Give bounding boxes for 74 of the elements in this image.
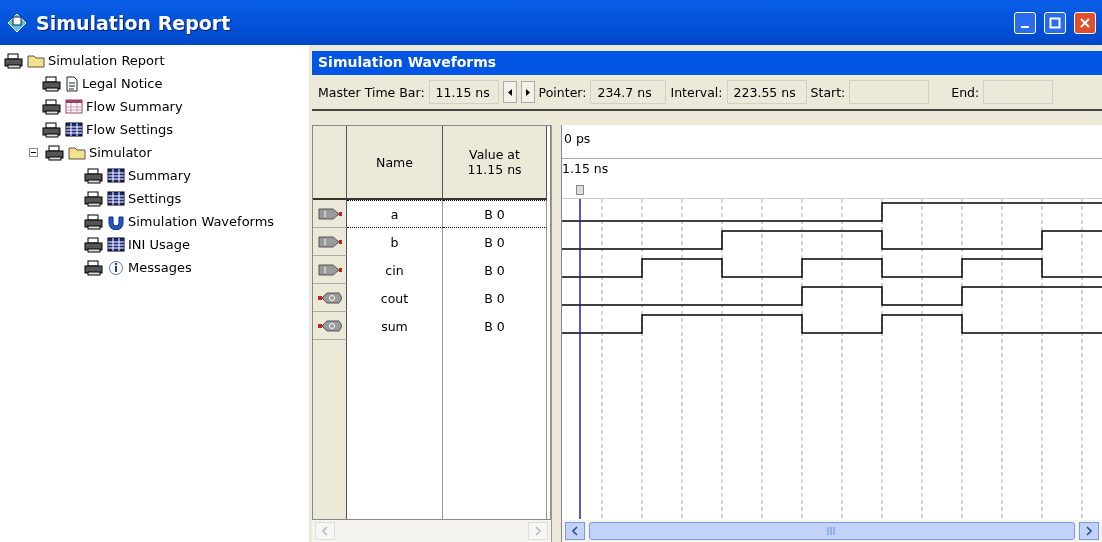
minimize-button[interactable] — [1014, 11, 1036, 34]
tree-item[interactable]: INI Usage — [128, 237, 191, 252]
pointer-field[interactable]: 234.7 ns — [590, 80, 667, 104]
waveform-scrollbar[interactable] — [562, 520, 1102, 542]
tree-item[interactable]: Settings — [128, 191, 182, 206]
tree-item[interactable]: Legal Notice — [82, 76, 163, 91]
window-title: Simulation Report — [36, 11, 231, 34]
output-pin-icon — [317, 318, 342, 333]
start-time: 0 ps — [564, 131, 591, 146]
table-icon — [107, 237, 125, 252]
printer-icon — [42, 98, 62, 115]
table-icon — [107, 191, 125, 206]
tree-item[interactable]: Summary — [128, 168, 191, 183]
printer-icon — [45, 144, 65, 161]
input-pin-icon — [317, 234, 342, 249]
printer-icon — [42, 75, 62, 92]
start-label: Start: — [810, 84, 846, 100]
tree-item[interactable]: Messages — [128, 260, 192, 275]
folder-icon — [68, 145, 86, 160]
column-header[interactable]: Name — [347, 126, 443, 200]
table-icon — [107, 168, 125, 183]
grip-icon — [827, 527, 837, 535]
next-button[interactable] — [520, 81, 535, 103]
maximize-button[interactable] — [1044, 11, 1066, 34]
printer-icon — [84, 167, 104, 184]
chevron-left-icon — [322, 526, 328, 536]
collapse-icon[interactable] — [29, 148, 38, 157]
tree-item[interactable]: Flow Summary — [86, 99, 183, 114]
info-icon — [107, 259, 125, 276]
signal-value: B 0 — [443, 200, 547, 228]
scroll-thumb[interactable] — [589, 522, 1075, 540]
tree-item[interactable]: Simulation Waveforms — [128, 214, 275, 229]
master-time-label: Master Time Bar: — [318, 84, 425, 100]
end-label: End: — [951, 84, 980, 100]
cursor-time: 1.15 ns — [562, 161, 609, 176]
printer-icon — [84, 190, 104, 207]
output-pin-icon — [317, 290, 342, 305]
printer-icon — [42, 121, 62, 138]
tree-item[interactable]: Simulation Report — [48, 53, 165, 68]
master-time-field[interactable]: 11.15 ns — [428, 80, 499, 104]
printer-icon — [4, 52, 24, 69]
scroll-right-button[interactable] — [1079, 522, 1099, 540]
tree-item[interactable]: Flow Settings — [86, 122, 174, 137]
close-icon — [1079, 16, 1091, 29]
minimize-icon — [1021, 25, 1029, 28]
triangle-left-icon — [507, 88, 512, 96]
end-field[interactable] — [983, 80, 1054, 104]
folder-icon — [27, 53, 45, 68]
maximize-icon — [1049, 16, 1061, 29]
document-icon — [65, 75, 79, 92]
tree-item[interactable]: Simulator — [89, 145, 152, 160]
chevron-left-icon — [572, 526, 578, 536]
previous-button[interactable] — [502, 81, 517, 103]
app-icon — [6, 11, 28, 34]
printer-icon — [84, 259, 104, 276]
printer-icon — [84, 236, 104, 253]
cursor-marker-icon[interactable] — [576, 185, 584, 195]
scroll-left-button[interactable] — [565, 522, 585, 540]
printer-icon — [84, 213, 104, 230]
chevron-right-icon — [1086, 526, 1092, 536]
triangle-right-icon — [525, 88, 530, 96]
start-field[interactable] — [849, 80, 930, 104]
interval-label: Interval: — [670, 84, 723, 100]
table-icon — [65, 122, 83, 137]
panel-title: Simulation Waveforms — [312, 51, 1102, 75]
interval-field[interactable]: 223.55 ns — [726, 80, 807, 104]
input-pin-icon — [317, 206, 342, 221]
signal-name[interactable]: a — [347, 200, 443, 228]
table-icon — [65, 99, 83, 114]
chevron-right-icon — [535, 526, 541, 536]
input-pin-icon — [317, 262, 342, 277]
column-header[interactable]: Value at 11.15 ns — [443, 126, 547, 200]
close-button[interactable] — [1074, 11, 1096, 34]
pointer-label: Pointer: — [538, 84, 587, 100]
